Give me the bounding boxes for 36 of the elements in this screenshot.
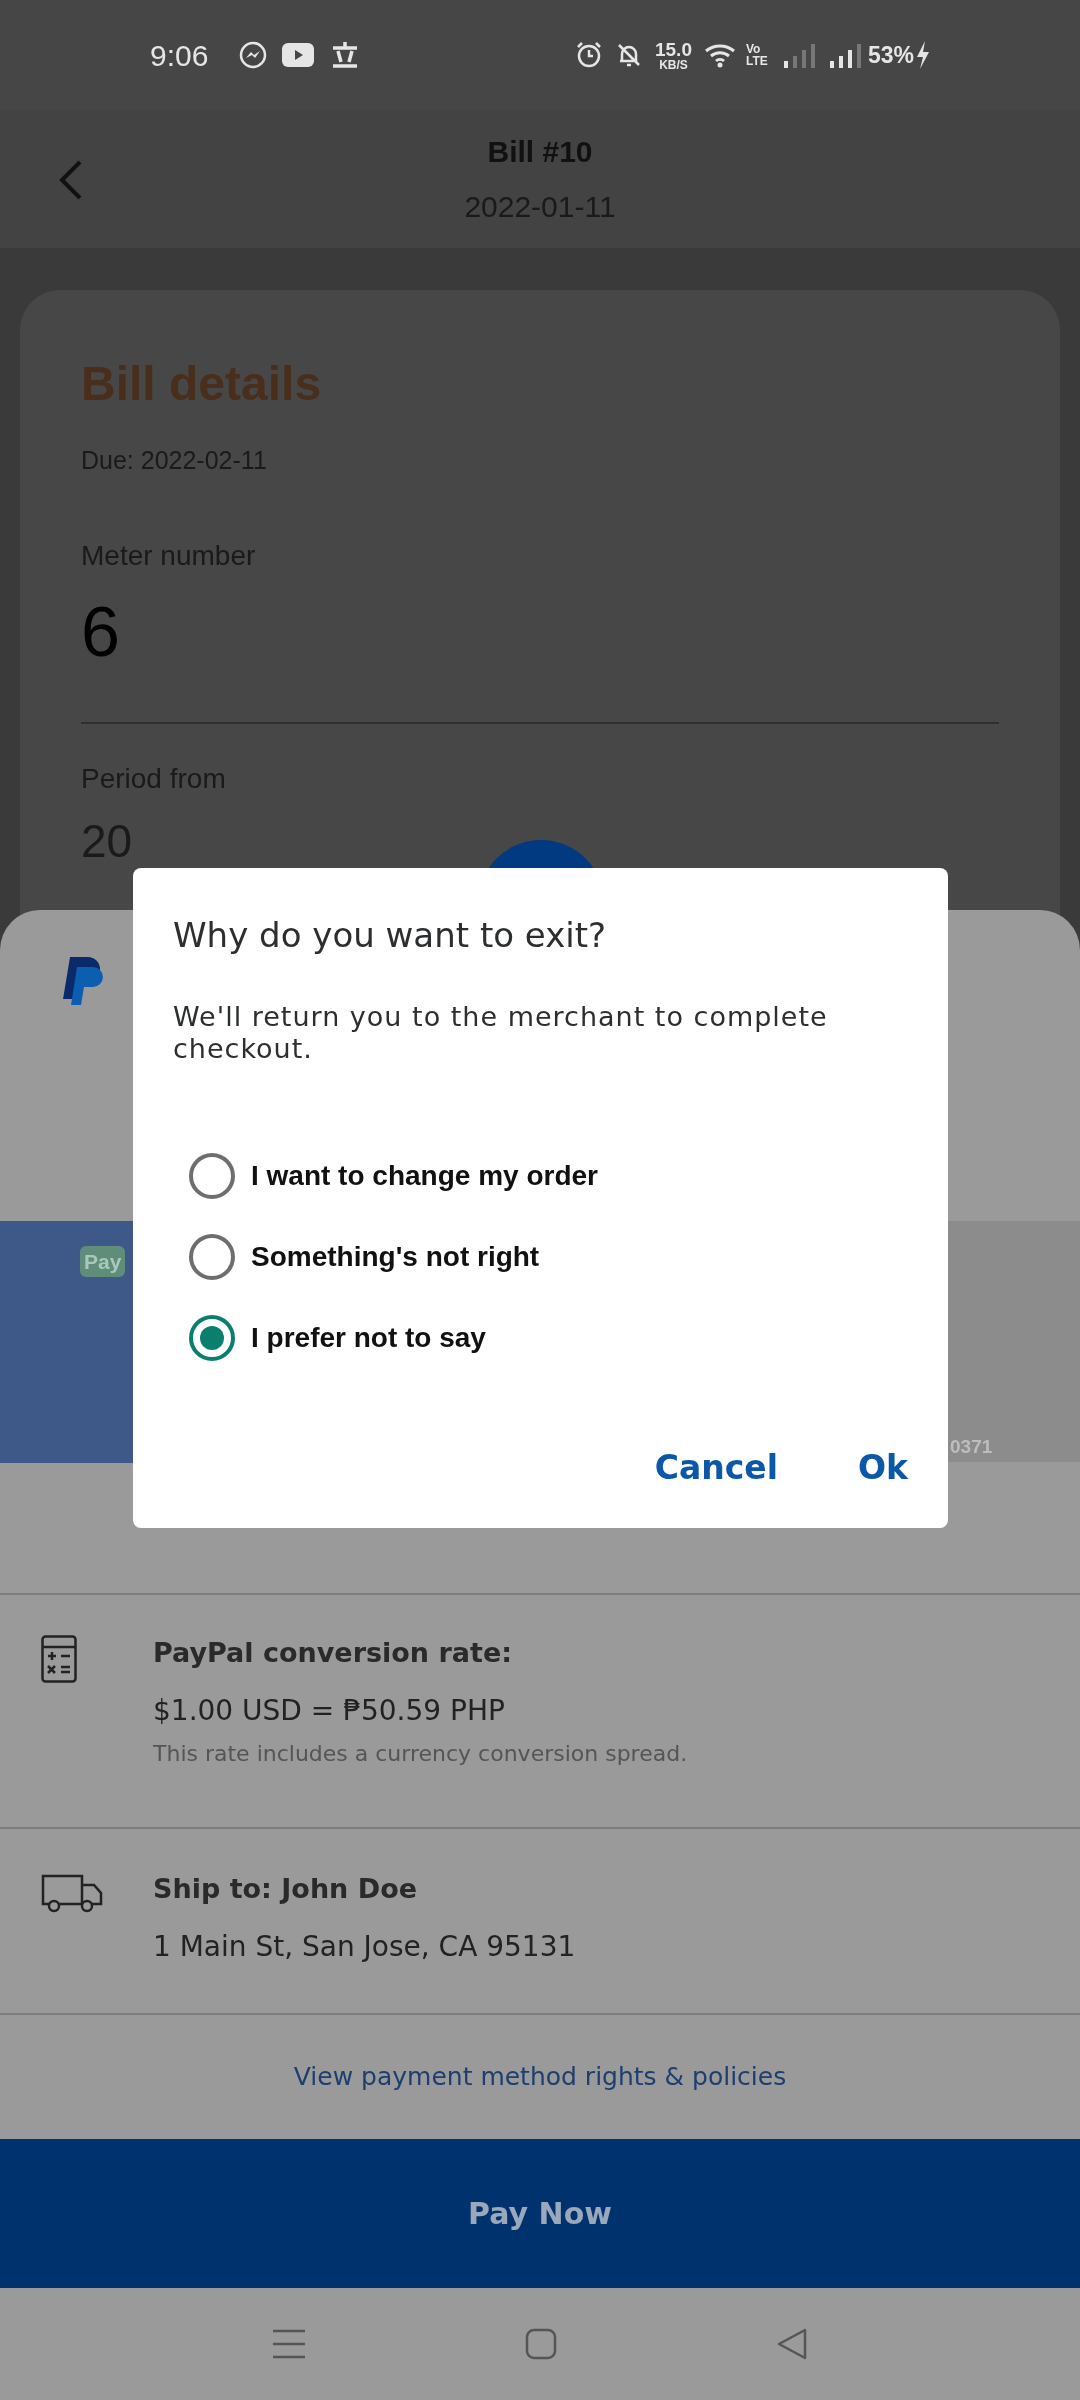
pay-now-button[interactable]: Pay Now: [0, 2138, 1080, 2289]
signal-icon: [829, 42, 862, 68]
conversion-title: PayPal conversion rate:: [153, 1636, 514, 1671]
charging-icon: [916, 41, 930, 69]
back-icon[interactable]: [58, 159, 84, 201]
meter-value: 6: [81, 596, 121, 667]
ship-to-address: 1 Main St, San Jose, CA 95131: [153, 1929, 576, 1966]
conversion-rate: $1.00 USD = ₱50.59 PHP: [153, 1693, 506, 1730]
calculator-icon: [41, 1635, 77, 1684]
radio-button[interactable]: [189, 1234, 235, 1280]
policies-link[interactable]: View payment method rights & policies: [293, 2057, 787, 2096]
status-time: 9:06: [150, 37, 209, 74]
messenger-icon: [238, 40, 269, 70]
signal-weak-icon: [783, 42, 816, 68]
volte-indicator: Vo LTE: [745, 43, 769, 67]
truck-icon: [40, 1873, 104, 1914]
network-speed-unit: KB/S: [659, 58, 688, 71]
radio-label[interactable]: I want to change my order: [251, 1155, 598, 1197]
back-nav-icon[interactable]: [777, 2328, 807, 2361]
radio-label[interactable]: Something's not right: [251, 1236, 540, 1278]
paypal-logo-icon: [60, 955, 104, 1007]
menu-icon[interactable]: [273, 2329, 305, 2360]
video-play-icon: [282, 43, 315, 67]
ship-to-title: Ship to: John Doe: [153, 1872, 418, 1907]
dialog-button[interactable]: Cancel: [654, 1442, 778, 1492]
home-icon[interactable]: [525, 2328, 557, 2361]
dialog-button[interactable]: Ok: [858, 1442, 908, 1492]
conversion-note: This rate includes a currency conversion spread.: [153, 1740, 688, 1769]
dialog-title: Why do you want to exit?: [173, 914, 608, 957]
network-speed: 15.0: [654, 39, 692, 59]
battery-percent: 53%: [867, 40, 914, 70]
radio-button[interactable]: [189, 1153, 235, 1199]
radio-label[interactable]: I prefer not to say: [251, 1317, 486, 1359]
dialog-message: We'll return you to the merchant to complete checkout.: [173, 1001, 829, 1065]
radio-button[interactable]: [189, 1315, 235, 1361]
card-tag: Pay: [80, 1245, 126, 1278]
